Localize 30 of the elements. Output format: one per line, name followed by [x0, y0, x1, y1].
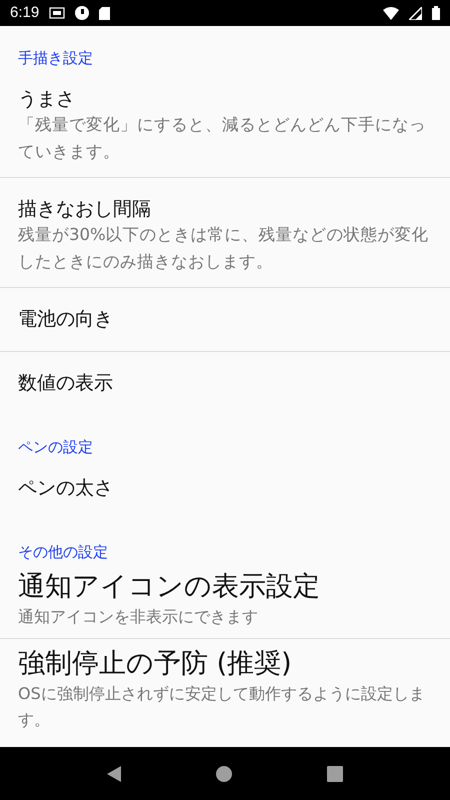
section-header: ペンの設定 — [18, 437, 93, 457]
signal-icon — [409, 6, 422, 20]
status-time: 6:19 — [10, 2, 40, 23]
wifi-icon — [383, 6, 399, 20]
circle-icon — [75, 6, 90, 20]
preference-item[interactable]: 電池の向き — [0, 288, 450, 351]
preference-item[interactable]: 通知アイコンの表示設定 通知アイコンを非表示にできます — [0, 562, 450, 638]
preference-item[interactable]: 強制停止の予防 (推奨) OSに強制停止されずに安定して動作するように設定します。 — [0, 639, 450, 741]
preference-item[interactable]: 数値の表示 — [0, 352, 450, 415]
preference-summary: OSに強制停止されずに安定して動作するように設定します。 — [18, 683, 426, 731]
preference-title: 描きなおし間隔 — [18, 198, 152, 221]
sd-card-icon — [99, 6, 110, 20]
preference-item[interactable]: うまさ 「残量で変化」にすると、減るとどんどん下手になっていきます。 — [0, 68, 450, 177]
preference-title: 数値の表示 — [18, 372, 114, 395]
preference-title: 電池の向き — [18, 308, 114, 331]
preference-item[interactable]: 描きなおし間隔 残量が30%以下のときは常に、残量などの状態が変化したときにのみ描きなおします。 — [0, 178, 450, 287]
home-icon[interactable] — [216, 766, 232, 782]
battery-icon — [432, 6, 440, 20]
preference-item[interactable]: ペンの太さ — [0, 457, 450, 520]
section-header: その他の設定 — [18, 542, 108, 562]
preference-title: 強制停止の予防 (推奨) — [18, 647, 293, 681]
preference-summary: 通知アイコンを非表示にできます — [18, 606, 259, 628]
back-icon[interactable] — [107, 766, 122, 782]
preference-title: 通知アイコンの表示設定 — [18, 570, 321, 604]
preference-summary: 残量が30%以下のときは常に、残量などの状態が変化したときにのみ描きなおします。 — [18, 224, 430, 273]
preference-title: うまさ — [18, 88, 76, 111]
preference-title: ペンの太さ — [18, 477, 114, 500]
preference-summary: 「残量で変化」にすると、減るとどんどん下手になっていきます。 — [18, 114, 427, 163]
overview-icon[interactable] — [326, 766, 343, 782]
section-header: 手描き設定 — [18, 48, 93, 68]
